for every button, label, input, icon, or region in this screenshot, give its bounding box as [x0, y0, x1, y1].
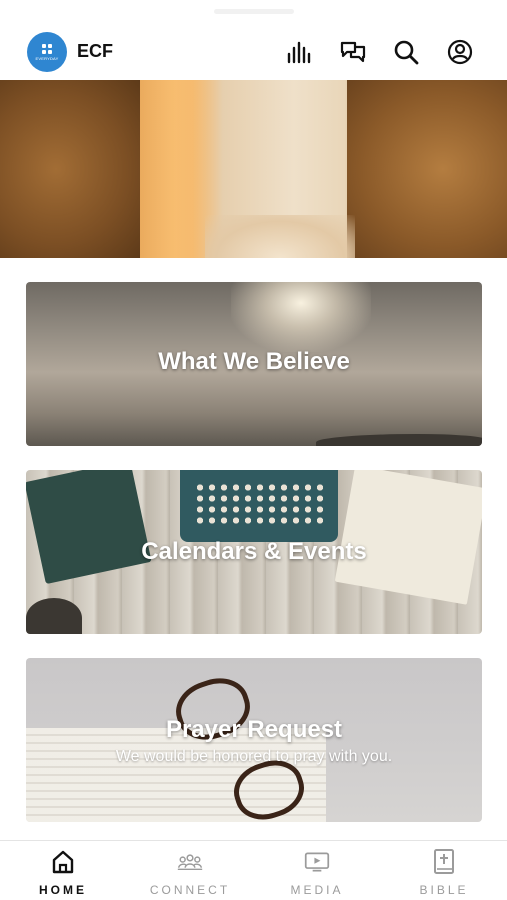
search-icon[interactable] [392, 38, 420, 66]
hero-image [0, 80, 507, 258]
card-what-we-believe[interactable]: What We Believe [26, 282, 482, 446]
card-title: Calendars & Events [141, 538, 367, 565]
people-icon [177, 849, 203, 875]
home-icon [50, 849, 76, 875]
logo-text: EVERYDAY [35, 55, 59, 61]
chat-icon[interactable] [339, 38, 367, 66]
tab-label: CONNECT [149, 883, 231, 897]
card-subtitle: We would be honored to pray with you. [115, 748, 393, 765]
card-prayer-request[interactable]: Prayer Request We would be honored to pr… [26, 658, 482, 822]
app-title: ECF [77, 41, 113, 61]
tab-label: HOME [39, 883, 87, 897]
bottom-tab-bar: HOME CONNECT MEDIA BIBLE [0, 840, 507, 900]
logo-mark-icon [42, 43, 52, 54]
tab-home[interactable]: HOME [0, 841, 126, 900]
video-icon [304, 849, 330, 875]
card-calendars-events[interactable]: Calendars & Events [26, 470, 482, 634]
stats-icon[interactable] [285, 38, 313, 66]
tab-bible[interactable]: BIBLE [381, 841, 507, 900]
status-indicator [214, 9, 294, 14]
tab-label: BIBLE [419, 883, 469, 897]
tab-media[interactable]: MEDIA [254, 841, 380, 900]
status-bar [0, 0, 507, 24]
profile-icon[interactable] [446, 38, 474, 66]
card-title: Prayer Request [165, 716, 343, 743]
tab-connect[interactable]: CONNECT [127, 841, 253, 900]
card-title: What We Believe [158, 348, 350, 375]
bible-icon [431, 849, 457, 875]
church-logo[interactable]: EVERYDAY [27, 32, 67, 72]
app-header: EVERYDAY ECF [0, 24, 507, 80]
tab-label: MEDIA [290, 883, 344, 897]
